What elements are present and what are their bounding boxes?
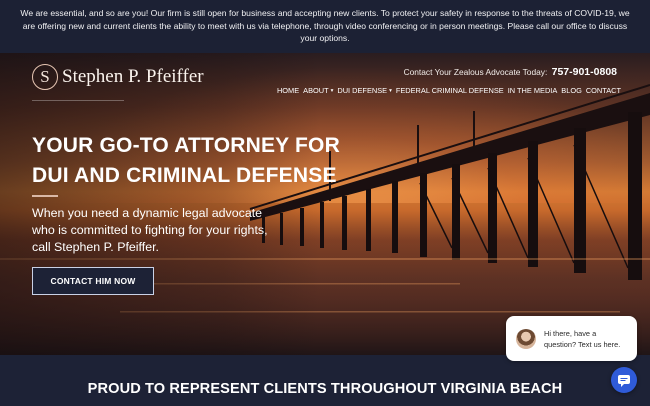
logo-name: Stephen P. Pfeiffer — [62, 66, 204, 87]
section-title: PROUD TO REPRESENT CLIENTS THROUGHOUT VI… — [87, 381, 563, 397]
hero-section: S Stephen P. Pfeiffer Contact Your Zealo… — [0, 53, 650, 355]
nav-item-dui-defense[interactable]: DUI DEFENSE ▾ — [337, 86, 391, 95]
hero-headline-line2: DUI AND CRIMINAL DEFENSE — [32, 164, 337, 187]
chevron-down-icon: ▾ — [330, 87, 334, 94]
nav-item-home[interactable]: HOME — [277, 86, 299, 95]
hero-headline-line1: YOUR GO-TO ATTORNEY FOR — [32, 134, 340, 157]
nav-item-federal-criminal-defense[interactable]: FEDERAL CRIMINAL DEFENSE — [396, 86, 504, 95]
nav-item-in-the-media[interactable]: IN THE MEDIA — [508, 86, 558, 95]
logo-monogram: S — [32, 64, 58, 90]
nav-item-contact[interactable]: CONTACT — [586, 86, 621, 95]
nav-item-about[interactable]: ABOUT ▾ — [303, 86, 333, 95]
contact-him-now-button[interactable]: CONTACT HIM NOW — [32, 267, 154, 295]
chevron-down-icon: ▾ — [389, 87, 392, 94]
chat-prompt-text: Hi there, have a question? Text us here. — [544, 328, 621, 349]
chat-launcher-button[interactable] — [611, 367, 637, 393]
covid-notice-text: We are essential, and so are you! Our fi… — [20, 8, 630, 44]
headline-divider — [32, 195, 58, 197]
covid-notice-bar: We are essential, and so are you! Our fi… — [0, 0, 650, 53]
hero-text-shade — [0, 53, 320, 355]
chat-prompt-bubble[interactable]: Hi there, have a question? Text us here. — [506, 316, 637, 361]
contact-label: Contact Your Zealous Advocate Today: — [403, 67, 548, 77]
site-logo[interactable]: S Stephen P. Pfeiffer — [32, 64, 204, 90]
phone-link[interactable]: 757-901-0808 — [552, 66, 617, 78]
main-nav: HOME ABOUT ▾ DUI DEFENSE ▾ FEDERAL CRIMINA… — [273, 86, 621, 95]
hero-headline: YOUR GO-TO ATTORNEY FOR DUI AND CRIMINAL… — [32, 131, 340, 191]
hero-subtext: When you need a dynamic legal advocate w… — [32, 206, 268, 254]
logo-underline — [32, 100, 124, 101]
agent-avatar — [516, 328, 536, 349]
nav-item-blog[interactable]: BLOG — [561, 86, 582, 95]
header-contact: Contact Your Zealous Advocate Today: 757… — [404, 66, 617, 78]
chat-icon — [618, 375, 630, 387]
